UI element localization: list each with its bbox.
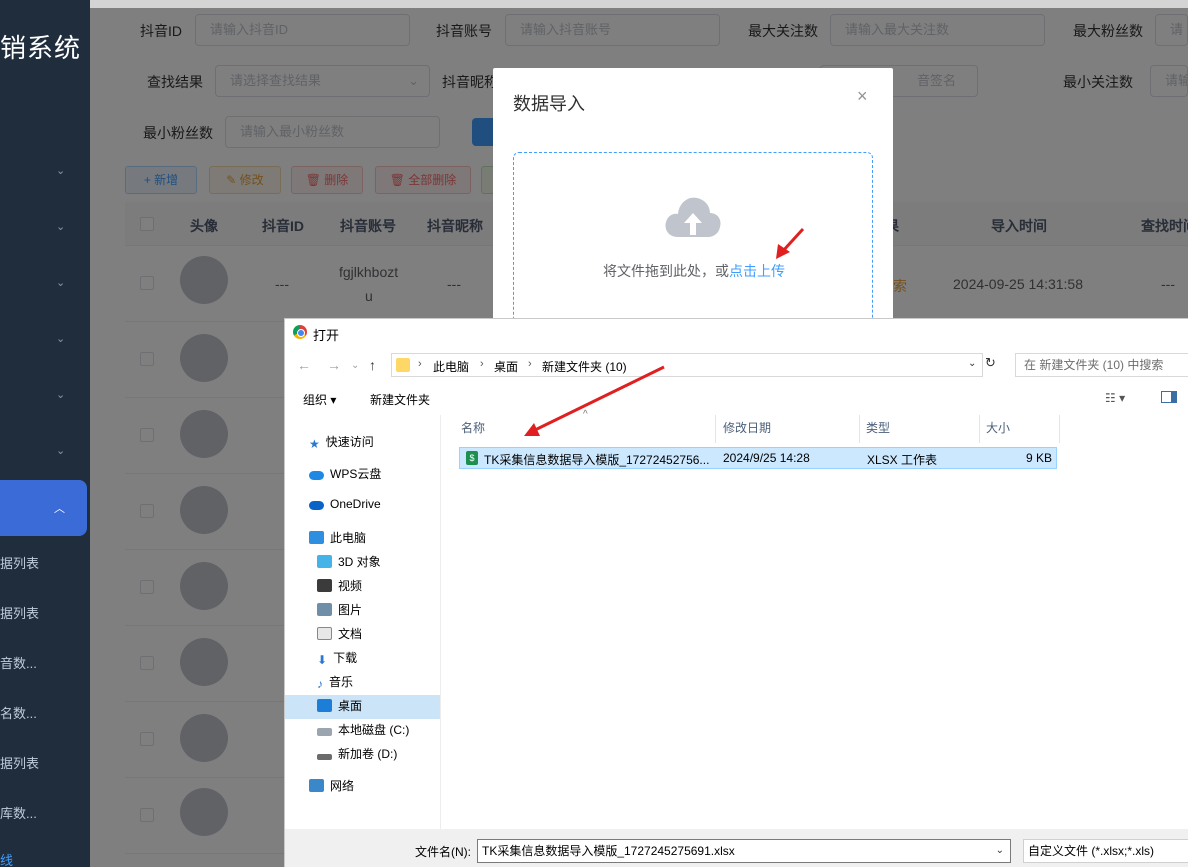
annotation-arrows <box>524 227 805 436</box>
arrow-to-file-icon <box>524 365 665 436</box>
arrow-to-upload-link-icon <box>776 227 805 259</box>
